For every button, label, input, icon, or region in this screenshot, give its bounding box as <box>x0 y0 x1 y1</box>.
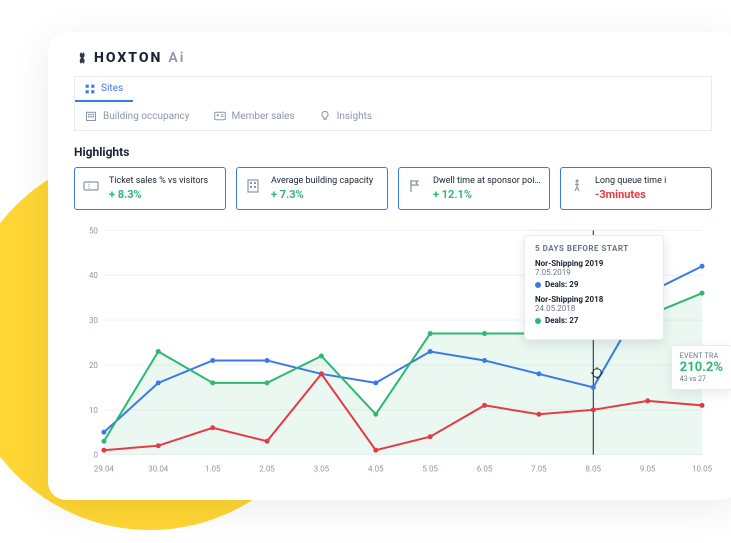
subtab-label: Building occupancy <box>103 111 190 122</box>
svg-text:4.05: 4.05 <box>368 465 384 474</box>
subtab-label: Member sales <box>232 111 295 122</box>
building-icon <box>85 110 97 122</box>
event-badge: EVENT TRA 210.2% 43 vs 27 <box>671 345 731 390</box>
svg-text:2.05: 2.05 <box>259 465 275 474</box>
tooltip-series-a-name: Nor-Shipping 2019 <box>535 259 653 268</box>
svg-text:7.05: 7.05 <box>531 465 547 474</box>
tooltip-series-b-deals: Deals: 27 <box>535 316 653 325</box>
badge-value: 210.2% <box>680 360 723 375</box>
svg-text:20: 20 <box>89 361 98 370</box>
svg-text:50: 50 <box>89 226 98 235</box>
svg-text:30: 30 <box>89 316 98 325</box>
svg-text:29.04: 29.04 <box>94 465 115 474</box>
kpi-row: Ticket sales % vs visitors + 8.3% Averag… <box>74 167 712 210</box>
tab-sites-label: Sites <box>101 83 123 94</box>
svg-text:40: 40 <box>89 271 98 280</box>
ticket-icon <box>83 178 99 198</box>
tooltip-series-b-date: 24.05.2018 <box>535 304 653 313</box>
logo-icon <box>74 51 88 65</box>
kpi-value: + 7.3% <box>271 188 379 201</box>
svg-text:10: 10 <box>89 406 98 415</box>
kpi-value: + 8.3% <box>109 188 217 201</box>
building-icon <box>245 178 261 198</box>
kpi-building-capacity[interactable]: Average building capacity + 7.3% <box>236 167 388 210</box>
subtab-label: Insights <box>337 111 372 122</box>
subtab-member-sales[interactable]: Member sales <box>214 110 295 122</box>
badge-sub: 43 vs 27 <box>680 375 723 383</box>
brand-suffix: Ai <box>168 50 185 66</box>
kpi-value: -3minutes <box>595 188 703 201</box>
tooltip-header: 5 DAYS BEFORE START <box>535 244 653 253</box>
dashboard-card: HOXTON Ai Sites Building occupancy Member… <box>48 32 731 500</box>
brand-name: HOXTON <box>94 50 162 66</box>
lightbulb-icon <box>319 110 331 122</box>
person-walk-icon <box>569 178 585 198</box>
tooltip-series-a-deals: Deals: 29 <box>535 280 653 289</box>
dot-green-icon <box>535 318 541 324</box>
main-tabs: Sites <box>74 76 712 102</box>
tooltip-series-a-date: 7.05.2019 <box>535 268 653 277</box>
tab-sites[interactable]: Sites <box>75 77 133 102</box>
chart-container: 0 10 20 30 40 50 29.04 30.04 1.05 2.05 3.05 4.05 5.0… <box>74 220 712 480</box>
svg-text:3.05: 3.05 <box>314 465 330 474</box>
svg-text:9.05: 9.05 <box>640 465 656 474</box>
svg-text:0: 0 <box>93 451 98 460</box>
chart-tooltip: 5 DAYS BEFORE START Nor-Shipping 2019 7.… <box>524 235 664 340</box>
subtab-insights[interactable]: Insights <box>319 110 372 122</box>
svg-text:30.04: 30.04 <box>148 465 169 474</box>
id-card-icon <box>214 110 226 122</box>
kpi-label: Ticket sales % vs visitors <box>109 176 217 186</box>
svg-text:10.05: 10.05 <box>692 465 712 474</box>
brand-logo: HOXTON Ai <box>74 50 712 66</box>
svg-text:6.05: 6.05 <box>477 465 493 474</box>
pointer-cursor-icon <box>590 365 604 384</box>
kpi-queue-time[interactable]: Long queue time i -3minutes <box>560 167 712 210</box>
flag-icon <box>407 178 423 198</box>
kpi-label: Long queue time i <box>595 176 703 186</box>
subtab-building-occupancy[interactable]: Building occupancy <box>85 110 190 122</box>
kpi-label: Average building capacity <box>271 176 379 186</box>
svg-text:1.05: 1.05 <box>205 465 221 474</box>
grid-icon <box>85 84 95 94</box>
kpi-ticket-sales[interactable]: Ticket sales % vs visitors + 8.3% <box>74 167 226 210</box>
kpi-label: Dwell time at sponsor point <box>433 176 541 186</box>
svg-text:5.05: 5.05 <box>422 465 438 474</box>
sub-tabs: Building occupancy Member sales Insights <box>74 102 712 131</box>
kpi-value: + 12.1% <box>433 188 541 201</box>
tooltip-series-b-name: Nor-Shipping 2018 <box>535 295 653 304</box>
dot-blue-icon <box>535 282 541 288</box>
svg-text:8.05: 8.05 <box>586 465 602 474</box>
badge-header: EVENT TRA <box>680 352 723 360</box>
kpi-dwell-time[interactable]: Dwell time at sponsor point + 12.1% <box>398 167 550 210</box>
section-title: Highlights <box>74 145 712 159</box>
